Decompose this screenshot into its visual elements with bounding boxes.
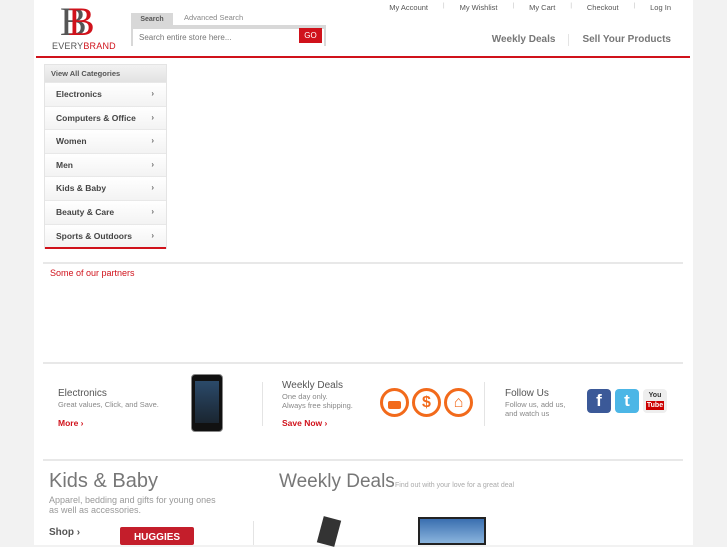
promo-save-now-link[interactable]: Save Now › [282, 418, 327, 428]
category-label: Men [56, 159, 73, 170]
separator: | [633, 3, 636, 9]
main-nav: Weekly Deals Sell Your Products [492, 34, 671, 46]
follow-us-subtitle-2: and watch us [505, 409, 550, 418]
chevron-right-icon: › [151, 183, 154, 193]
logo-text-brand: BRAND [83, 41, 116, 51]
home-icon[interactable]: ⌂ [444, 388, 473, 417]
separator: | [512, 3, 515, 9]
divider [43, 362, 683, 364]
tv-product-image[interactable] [418, 517, 486, 545]
nav-weekly-deals[interactable]: Weekly Deals [492, 34, 556, 46]
chevron-right-icon: › [151, 112, 154, 122]
divider [43, 262, 683, 264]
deal-product-image[interactable] [316, 516, 342, 547]
follow-us-title: Follow Us [505, 388, 549, 399]
category-label: Sports & Outdoors [56, 230, 133, 241]
chevron-right-icon: › [151, 206, 154, 216]
login-link[interactable]: Log In [650, 3, 671, 12]
facebook-icon[interactable]: f [587, 389, 611, 413]
page-container: BB EVERYBRAND Search Advanced Search GO … [34, 0, 693, 547]
category-women[interactable]: Women › [45, 129, 166, 153]
logo-mark-red: B [68, 0, 95, 44]
kids-baby-subtitle-1: Apparel, bedding and gifts for young one… [49, 495, 216, 505]
chevron-right-icon: › [151, 230, 154, 240]
ipod-image[interactable] [191, 374, 223, 432]
separator [253, 521, 254, 545]
search-go-button[interactable]: GO [299, 28, 322, 43]
category-label: Electronics [56, 89, 102, 99]
twitter-icon[interactable]: t [615, 389, 639, 413]
chevron-right-icon: › [151, 89, 154, 98]
promo-electronics-title: Electronics [58, 388, 107, 399]
category-sports-outdoors[interactable]: Sports & Outdoors › [45, 223, 166, 248]
promo-deals-subtitle-2: Always free shipping. [282, 401, 353, 410]
separator [262, 382, 263, 426]
kids-shop-link[interactable]: Shop › [49, 527, 80, 538]
promo-electronics-subtitle: Great values, Click, and Save. [58, 400, 159, 409]
separator: | [570, 3, 572, 9]
youtube-tube: Tube [646, 401, 664, 410]
my-cart-link[interactable]: My Cart [529, 3, 555, 12]
category-men[interactable]: Men › [45, 152, 166, 177]
category-label: Computers & Office [56, 112, 136, 123]
nav-sell-your-products[interactable]: Sell Your Products [582, 34, 671, 46]
youtube-icon[interactable]: You Tube [643, 389, 667, 413]
youtube-you: You [648, 392, 662, 399]
category-label: Women [56, 136, 87, 147]
my-wishlist-link[interactable]: My Wishlist [460, 3, 498, 12]
separator [568, 34, 570, 46]
category-menu: View All Categories Electronics › Compute… [44, 64, 167, 250]
category-kids-baby[interactable]: Kids & Baby › [45, 176, 166, 200]
ipod-screen [195, 381, 219, 423]
dollar-icon[interactable]: $ [412, 388, 441, 417]
category-label: Beauty & Care [56, 206, 115, 217]
kids-baby-title: Kids & Baby [49, 470, 158, 492]
category-menu-bottom-border [45, 247, 166, 250]
view-all-categories[interactable]: View All Categories [45, 65, 166, 82]
partners-heading: Some of our partners [50, 268, 135, 278]
my-account-link[interactable]: My Account [389, 3, 428, 12]
category-computers-office[interactable]: Computers & Office › [45, 105, 166, 130]
promo-electronics-more-link[interactable]: More › [58, 418, 84, 428]
logo[interactable]: BB [60, 0, 100, 44]
advanced-search-link[interactable]: Advanced Search [184, 13, 243, 22]
logo-text-every: EVERY [52, 41, 84, 51]
category-electronics[interactable]: Electronics › [45, 82, 166, 106]
weekly-deals-title: Weekly Deals [279, 471, 395, 492]
divider [43, 459, 683, 461]
top-links: My Account | My Wishlist | My Cart | Checko… [389, 3, 671, 12]
kids-baby-subtitle-2: as well as accessories. [49, 505, 142, 515]
category-label: Kids & Baby [56, 183, 107, 194]
logo-text[interactable]: EVERYBRAND [52, 41, 116, 51]
promo-deals-title: Weekly Deals [282, 380, 343, 391]
chevron-right-icon: › [151, 159, 154, 169]
category-beauty-care[interactable]: Beauty & Care › [45, 199, 166, 224]
weekly-deals-subtitle: Find out with your love for a great deal [395, 482, 515, 489]
separator: | [443, 3, 445, 9]
header-divider [36, 56, 690, 58]
handbag-icon[interactable] [380, 388, 409, 417]
separator [484, 382, 485, 426]
search-input[interactable] [133, 29, 324, 46]
huggies-product-image[interactable]: HUGGIES [120, 527, 194, 545]
search-box: GO [131, 25, 326, 46]
chevron-right-icon: › [151, 136, 154, 146]
checkout-link[interactable]: Checkout [587, 3, 619, 12]
